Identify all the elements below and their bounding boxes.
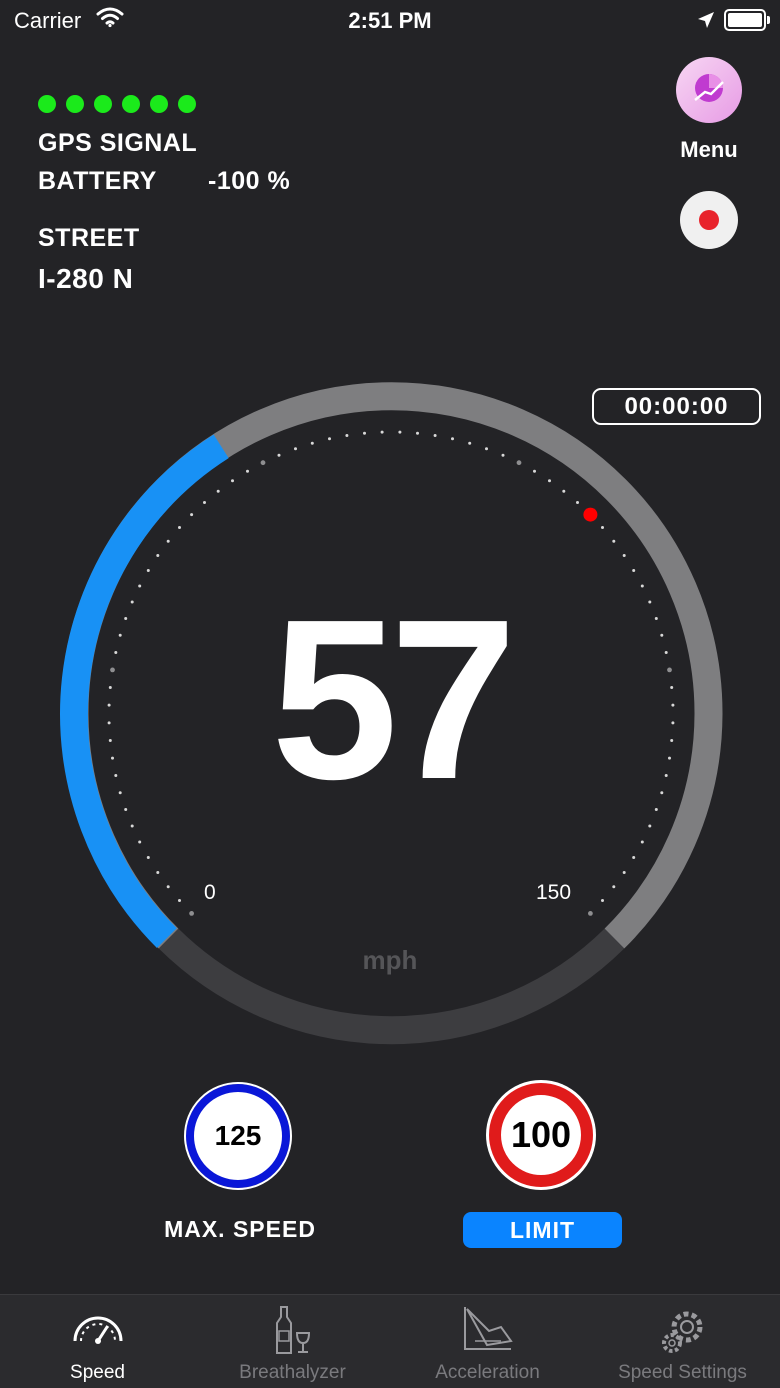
gauge-tick [203, 501, 206, 504]
speedometer-icon [0, 1305, 195, 1355]
gauge-tick [260, 460, 266, 466]
acceleration-icon [390, 1305, 585, 1355]
tab-speed-settings[interactable]: Speed Settings [585, 1295, 780, 1388]
tab-speed-settings-label: Speed Settings [618, 1362, 747, 1383]
tab-acceleration-label: Acceleration [435, 1362, 540, 1383]
gauge-tick [588, 911, 593, 916]
gauge-tick [632, 856, 636, 859]
gauge-tick [416, 431, 419, 435]
gauge-tick [501, 453, 505, 457]
gauge-tick [189, 911, 195, 916]
gauge-tick [178, 899, 181, 902]
gauge-tick [231, 479, 234, 483]
max-speed-sign: 125 [184, 1082, 292, 1190]
limit-marker [583, 507, 598, 522]
tab-speed-label: Speed [70, 1362, 125, 1383]
gauge-tick [398, 430, 402, 434]
gauge-tick [246, 469, 249, 473]
gauge-tick [277, 453, 281, 457]
gauge-tick [328, 437, 331, 441]
max-speed-value: 125 [214, 1120, 262, 1151]
gauge-tick [612, 885, 616, 889]
gauge-tick [485, 447, 488, 451]
tab-breathalyzer-label: Breathalyzer [239, 1362, 346, 1383]
gauge-tick [138, 840, 142, 844]
gauge-tick [622, 871, 626, 874]
gauge-tick [294, 447, 297, 451]
gauge-tick [576, 501, 579, 504]
tab-speed[interactable]: Speed [0, 1295, 195, 1388]
gauge-tick [562, 489, 566, 493]
gauge-tick [468, 441, 472, 445]
gauge-tick [640, 840, 644, 844]
gauge-max-label: 150 [536, 881, 572, 904]
tab-bar: Speed Breathalyzer Acceleration Speed Se… [0, 1294, 780, 1388]
speedometer-gauge [60, 382, 723, 1045]
gauge-tick [310, 441, 314, 445]
gauge-tick [363, 431, 366, 435]
max-speed-label: MAX. SPEED [164, 1216, 316, 1242]
gauge-tick [146, 856, 150, 859]
gauge-tick [622, 554, 626, 557]
speed-limit-value: 100 [510, 1114, 572, 1155]
limit-button[interactable]: LIMIT [463, 1212, 622, 1248]
tab-acceleration[interactable]: Acceleration [390, 1295, 585, 1388]
speed-limit-sign[interactable]: 100 [489, 1083, 593, 1187]
gauge-tick [216, 489, 220, 493]
gauge-tick [533, 469, 536, 473]
gauge-tick [612, 539, 616, 543]
gauge-tick [156, 871, 160, 874]
tab-breathalyzer[interactable]: Breathalyzer [195, 1295, 390, 1388]
gauge-tick [166, 539, 170, 543]
gauge-tick [601, 526, 604, 529]
gauge-tick [601, 899, 604, 902]
current-speed: 57 [271, 573, 517, 827]
speed-unit: mph [362, 945, 418, 975]
gauge-tick [380, 430, 384, 434]
gauge-tick [433, 434, 437, 437]
bottle-glass-icon [195, 1305, 390, 1355]
gauge-min-label: 0 [204, 881, 216, 904]
gauge-tick [156, 554, 160, 557]
gauge-tick [345, 434, 349, 437]
gauge-tick [548, 479, 551, 483]
gauge-tick [516, 460, 522, 466]
gauge-tick [178, 526, 181, 529]
gauge-tick [166, 885, 170, 889]
gauge-tick [190, 513, 194, 517]
gear-icon [585, 1305, 780, 1355]
gauge-tick [451, 437, 454, 441]
